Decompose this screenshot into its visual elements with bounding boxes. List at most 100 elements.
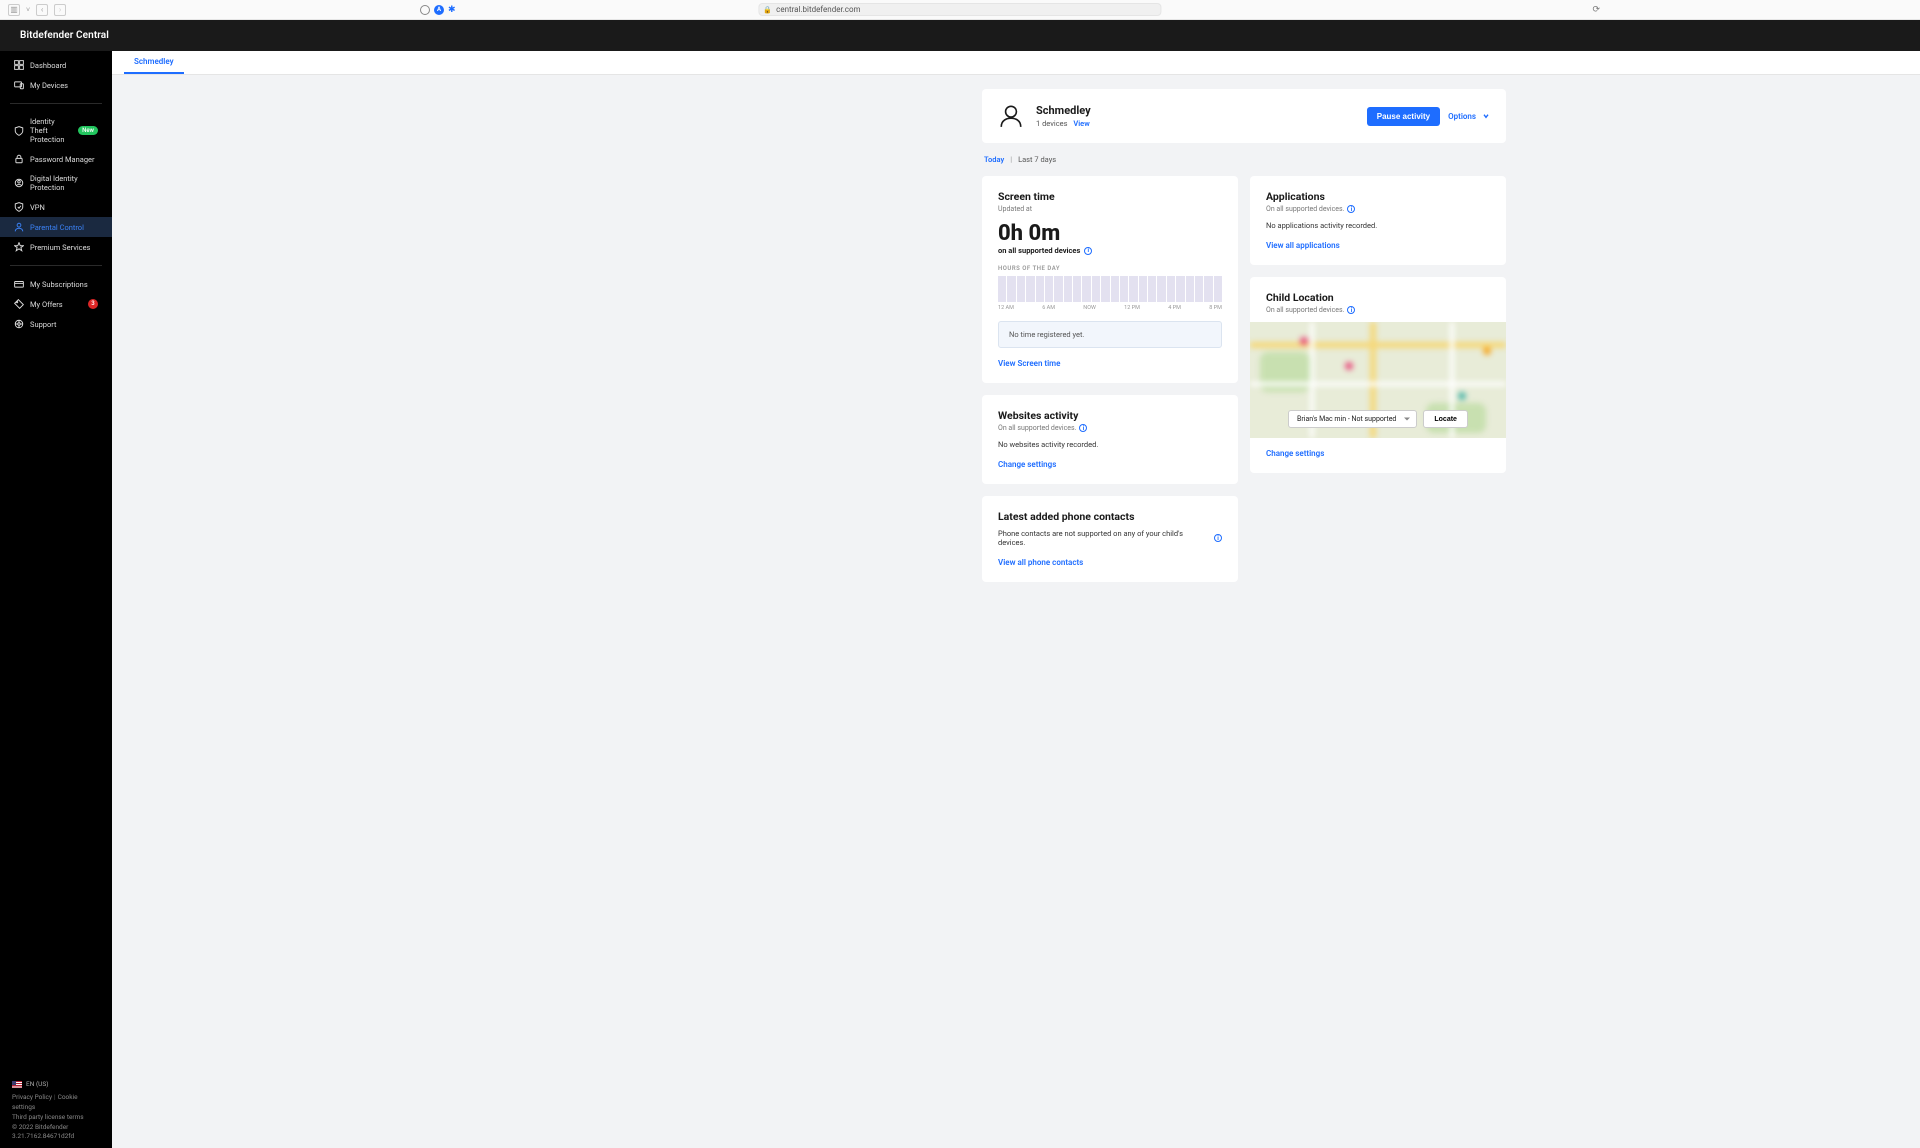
sidebar-item-vpn[interactable]: VPN <box>0 197 112 217</box>
sidebar-item-my-subscriptions[interactable]: My Subscriptions <box>0 274 112 294</box>
sidebar-item-label: My Devices <box>30 81 68 90</box>
map-preview: Brian's Mac min - Not supported Locate <box>1250 322 1506 438</box>
location-change-settings-link[interactable]: Change settings <box>1266 449 1324 458</box>
card-title: Latest added phone contacts <box>998 510 1222 523</box>
nav-divider <box>10 265 102 266</box>
refresh-icon[interactable]: ⟳ <box>1592 5 1600 15</box>
privacy-link[interactable]: Privacy Policy <box>12 1093 52 1101</box>
sidebar-item-label: My Subscriptions <box>30 280 88 289</box>
info-icon[interactable]: i <box>1347 306 1355 314</box>
on-devices-label: on all supported devices <box>998 246 1080 255</box>
extension-icon[interactable]: ✱ <box>448 5 458 15</box>
sidebar-item-label: Support <box>30 320 56 329</box>
language-selector[interactable]: EN (US) <box>12 1080 100 1090</box>
card-subtitle: On all supported devices. <box>998 424 1076 432</box>
screen-time-card: Screen time Updated at 0h 0m on all supp… <box>982 176 1238 383</box>
card-icon <box>14 279 24 289</box>
chevron-down-icon <box>1482 112 1490 120</box>
sidebar-item-label: Parental Control <box>30 223 84 232</box>
back-icon[interactable]: ‹ <box>36 4 48 16</box>
hours-bar-chart <box>998 276 1222 302</box>
tag-icon <box>14 299 24 309</box>
location-card: Child Location On all supported devices.… <box>1250 277 1506 473</box>
devices-icon <box>14 80 24 90</box>
no-apps-text: No applications activity recorded. <box>1266 221 1490 230</box>
sidebar: Bitdefender Central Dashboard My Devices… <box>0 20 112 1148</box>
view-devices-link[interactable]: View <box>1073 119 1089 128</box>
lock-icon <box>14 154 24 164</box>
sidebar-item-my-offers[interactable]: My Offers 3 <box>0 294 112 314</box>
url-bar[interactable]: 🔒 central.bitdefender.com <box>758 3 1161 16</box>
options-label: Options <box>1448 112 1476 121</box>
view-contacts-link[interactable]: View all phone contacts <box>998 558 1083 567</box>
nav-divider <box>10 103 102 104</box>
card-title: Websites activity <box>998 409 1222 422</box>
sidebar-item-premium-services[interactable]: Premium Services <box>0 237 112 257</box>
sidebar-item-my-devices[interactable]: My Devices <box>0 75 112 95</box>
language-label: EN (US) <box>26 1080 49 1090</box>
sidebar-item-label: VPN <box>30 203 45 212</box>
sidebar-item-support[interactable]: Support <box>0 314 112 334</box>
hours-of-day-label: HOURS OF THE DAY <box>998 265 1222 272</box>
profile-name: Schmedley <box>1036 104 1091 117</box>
sidebar-item-label: Dashboard <box>30 61 66 70</box>
tab-schmedley[interactable]: Schmedley <box>124 51 184 74</box>
star-icon <box>14 242 24 252</box>
dropdown-icon[interactable]: ˅ <box>26 6 30 14</box>
sidebar-item-label: Password Manager <box>30 155 95 164</box>
url-text: central.bitdefender.com <box>776 5 860 14</box>
card-title: Child Location <box>1266 291 1490 304</box>
reader-icon[interactable]: A <box>434 5 444 15</box>
tracking-shield-icon[interactable] <box>420 5 430 15</box>
device-count: 1 devices <box>1036 119 1067 128</box>
id-icon <box>14 178 24 188</box>
copyright-text: © 2022 Bitdefender 3.21.7162.84671d2fd <box>12 1123 100 1143</box>
info-icon[interactable]: i <box>1084 247 1092 255</box>
contacts-card: Latest added phone contacts Phone contac… <box>982 496 1238 582</box>
tab-bar: Schmedley <box>112 51 1920 75</box>
sidebar-item-label: Premium Services <box>30 243 90 252</box>
brand-title: Bitdefender Central <box>0 30 109 41</box>
contacts-text: Phone contacts are not supported on any … <box>998 529 1210 547</box>
device-select[interactable]: Brian's Mac min - Not supported <box>1288 410 1417 428</box>
applications-card: Applications On all supported devices. i… <box>1250 176 1506 265</box>
main-area: Schmedley Schmedley 1 devices <box>112 20 1920 1148</box>
view-apps-link[interactable]: View all applications <box>1266 241 1340 250</box>
range-today[interactable]: Today <box>984 155 1004 164</box>
card-title: Screen time <box>998 190 1222 203</box>
range-last7[interactable]: Last 7 days <box>1018 155 1056 164</box>
new-badge: New <box>78 126 98 135</box>
updated-at: Updated at <box>998 205 1222 213</box>
card-subtitle: On all supported devices. <box>1266 205 1344 213</box>
options-dropdown[interactable]: Options <box>1448 112 1490 121</box>
app-header: Bitdefender Central <box>0 20 112 51</box>
license-link[interactable]: Third party license terms <box>12 1113 84 1121</box>
sidebar-footer: EN (US) Privacy Policy|Cookie settings T… <box>0 1074 112 1148</box>
sidebar-item-password-manager[interactable]: Password Manager <box>0 149 112 169</box>
screen-time-value: 0h 0m <box>998 221 1222 246</box>
card-title: Applications <box>1266 190 1490 203</box>
pause-activity-button[interactable]: Pause activity <box>1367 107 1440 126</box>
content: Schmedley 1 devices View Pause activity … <box>112 75 1920 596</box>
sidebar-item-digital-identity[interactable]: Digital Identity Protection <box>0 169 112 197</box>
sidebar-item-label: Digital Identity Protection <box>30 174 98 192</box>
app-header-main <box>112 20 1920 51</box>
sidebar-item-parental-control[interactable]: Parental Control <box>0 217 112 237</box>
forward-icon[interactable]: › <box>54 4 66 16</box>
locate-button[interactable]: Locate <box>1423 410 1468 428</box>
person-icon <box>14 222 24 232</box>
vpn-icon <box>14 202 24 212</box>
websites-change-settings-link[interactable]: Change settings <box>998 460 1056 469</box>
info-icon[interactable]: i <box>1079 424 1087 432</box>
sidebar-toggle-icon[interactable]: ▥ <box>8 4 20 16</box>
no-websites-text: No websites activity recorded. <box>998 440 1222 449</box>
info-icon[interactable]: i <box>1347 205 1355 213</box>
shield-icon <box>14 126 24 136</box>
sidebar-item-dashboard[interactable]: Dashboard <box>0 55 112 75</box>
sidebar-item-label: Identity Theft Protection <box>30 117 72 144</box>
info-icon[interactable]: i <box>1214 534 1222 542</box>
view-screen-time-link[interactable]: View Screen time <box>998 359 1060 368</box>
sidebar-item-identity-theft[interactable]: Identity Theft Protection New <box>0 112 112 149</box>
chart-x-labels: 12 AM 6 AM NOW 12 PM 4 PM 8 PM <box>998 305 1222 311</box>
flag-icon <box>12 1081 22 1088</box>
